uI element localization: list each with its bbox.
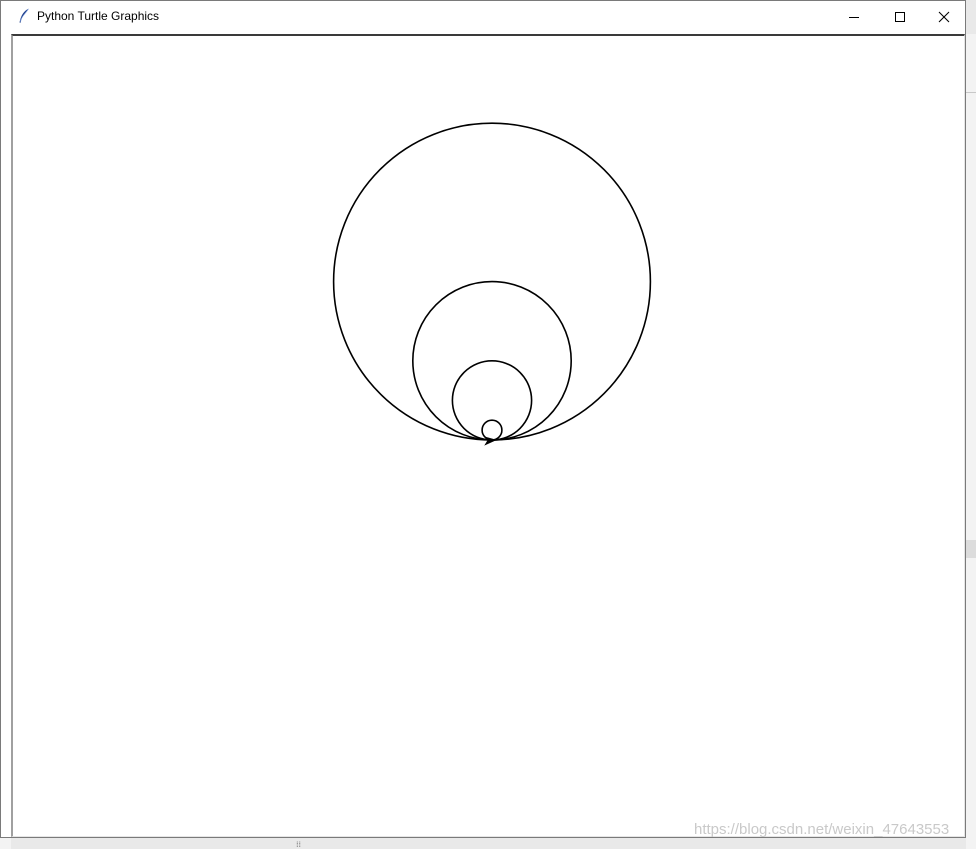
splitter-grip-icon[interactable]: ⁞⁞	[296, 840, 301, 849]
watermark-text: https://blog.csdn.net/weixin_47643553	[694, 821, 950, 838]
close-icon	[938, 11, 950, 23]
background-app-block	[966, 540, 976, 558]
close-button[interactable]	[921, 1, 967, 32]
window-title: Python Turtle Graphics	[37, 9, 160, 23]
title-bar[interactable]: Python Turtle Graphics	[1, 1, 965, 32]
minimize-icon	[848, 11, 860, 23]
maximize-button[interactable]	[877, 1, 923, 32]
turtle-canvas-frame	[11, 34, 965, 837]
background-app-rule	[966, 92, 976, 93]
feather-icon	[18, 8, 30, 24]
background-app-right	[966, 34, 976, 849]
turtle-window: Python Turtle Graphics	[0, 0, 966, 838]
maximize-icon	[894, 11, 906, 23]
turtle-canvas[interactable]	[13, 36, 963, 836]
screen: : ) 1 ⁞⁞ Python Turtle Graphics	[0, 0, 976, 849]
minimize-button[interactable]	[831, 1, 877, 32]
turtle-arrow-icon	[483, 436, 497, 446]
turtle-circle	[451, 359, 533, 441]
